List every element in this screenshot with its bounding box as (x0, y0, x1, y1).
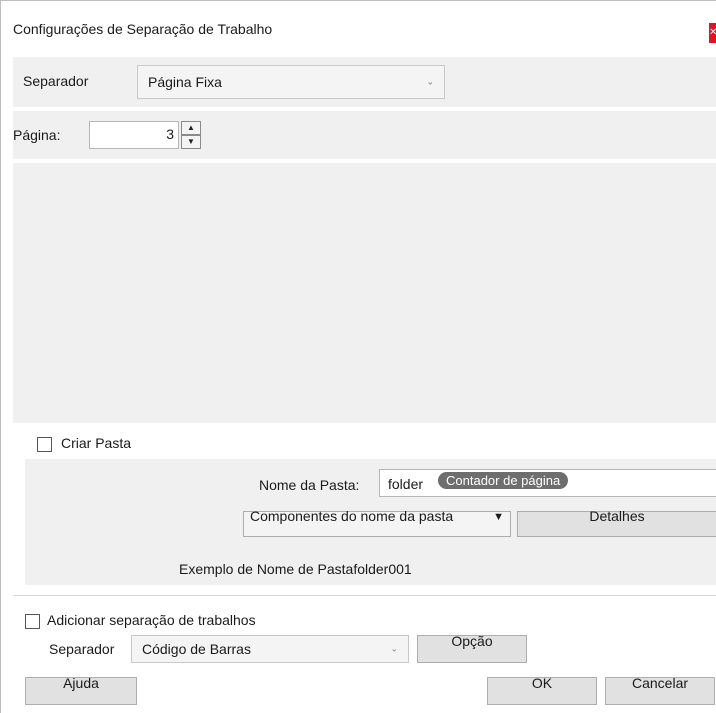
separator2-value: Código de Barras (142, 641, 251, 657)
cancel-label: Cancelar (631, 675, 689, 691)
settings-area (13, 163, 716, 423)
details-button[interactable]: Detalhes (517, 508, 716, 537)
add-job-separation-checkbox[interactable] (25, 614, 40, 629)
separator-label: Separador (23, 73, 89, 89)
folder-name-value: folder (388, 476, 424, 492)
spin-down-icon[interactable]: ▼ (181, 135, 201, 149)
chevron-down-icon: ⌄ (426, 76, 434, 87)
title-bar: Configurações de Separação de Trabalho ✕ (1, 1, 716, 49)
separator2-label: Separador (49, 641, 115, 657)
dropdown-arrow-icon: ▼ (493, 511, 504, 523)
separator2-select[interactable]: Código de Barras ⌄ (131, 635, 409, 663)
window-title: Configurações de Separação de Trabalho (13, 21, 273, 37)
folder-settings-panel: Nome da Pasta: folder Contador de página… (25, 459, 716, 585)
page-spinner: ▲ ▼ (181, 121, 201, 149)
spin-up-icon[interactable]: ▲ (181, 121, 201, 135)
close-icon: ✕ (709, 27, 716, 38)
add-job-separation-label: Adicionar separação de trabalhos (47, 612, 256, 628)
help-button[interactable]: Ajuda (25, 675, 137, 705)
create-folder-label: Criar Pasta (61, 435, 132, 451)
option-button[interactable]: Opção (417, 633, 527, 663)
details-label: Detalhes (589, 508, 645, 524)
chevron-down-icon: ⌄ (390, 643, 398, 654)
page-label: Página: (13, 127, 61, 143)
help-label: Ajuda (63, 675, 99, 691)
divider (13, 595, 716, 596)
separator-select[interactable]: Página Fixa ⌄ (137, 65, 445, 99)
cancel-button[interactable]: Cancelar (605, 675, 715, 705)
folder-name-example: Exemplo de Nome de Pastafolder001 (179, 561, 412, 577)
page-panel: Página: 3 ▲ ▼ (13, 111, 716, 159)
folder-name-input[interactable]: folder Contador de página (379, 469, 716, 497)
create-folder-checkbox[interactable] (37, 437, 52, 452)
option-label: Opção (451, 633, 493, 649)
page-counter-token[interactable]: Contador de página (438, 472, 569, 489)
folder-components-dropdown[interactable]: Componentes do nome da pasta ▼ (243, 508, 511, 537)
components-label: Componentes do nome da pasta (250, 508, 454, 524)
ok-label: OK (531, 675, 553, 691)
close-button[interactable]: ✕ (709, 23, 716, 43)
ok-button[interactable]: OK (487, 675, 597, 705)
page-number-input[interactable]: 3 (89, 121, 179, 149)
job-separation-dialog: Configurações de Separação de Trabalho ✕… (0, 0, 716, 713)
separator-panel: Separador Página Fixa ⌄ (13, 57, 716, 107)
folder-name-label: Nome da Pasta: (259, 477, 360, 493)
separator-value: Página Fixa (148, 74, 222, 90)
